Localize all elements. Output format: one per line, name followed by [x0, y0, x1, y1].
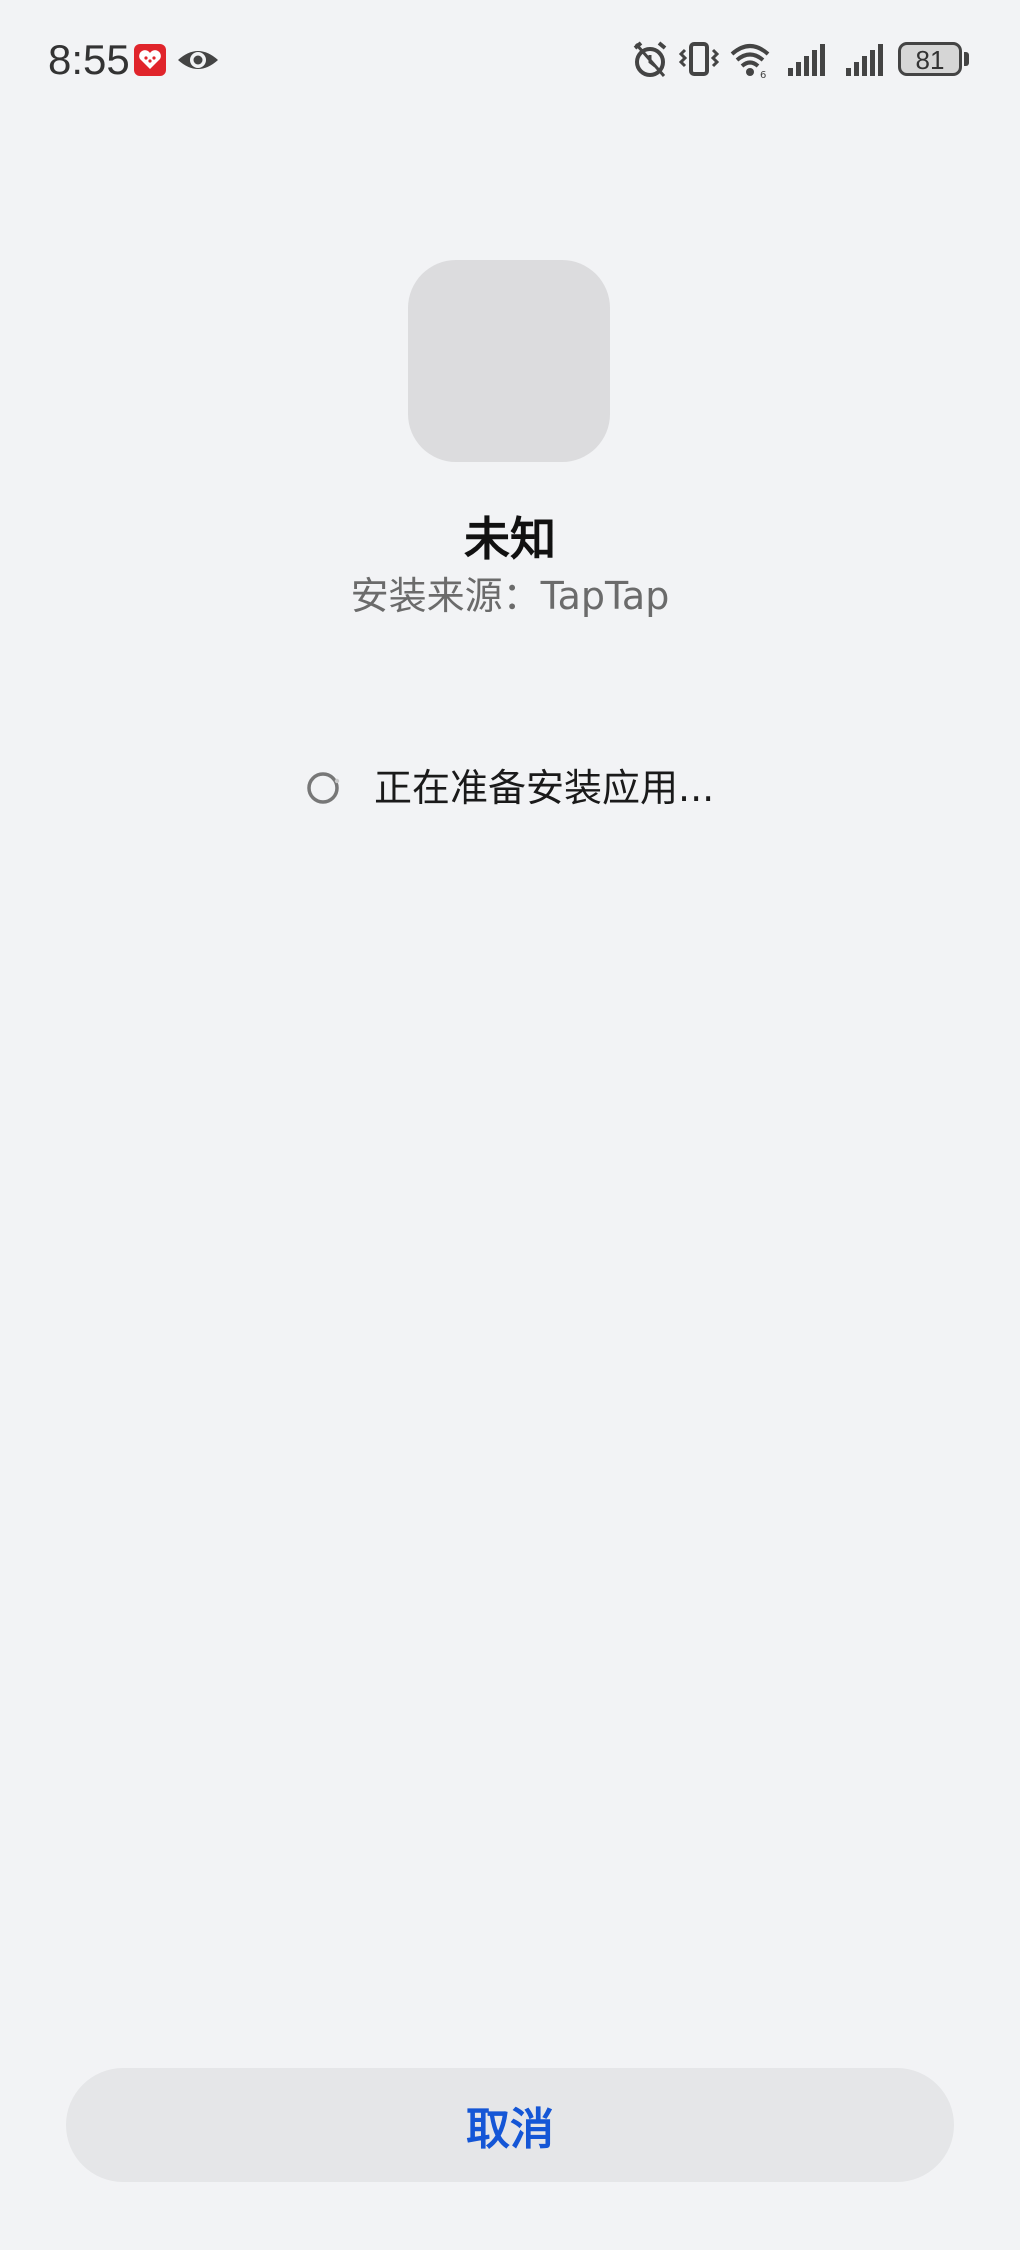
battery-level: 81	[915, 45, 945, 75]
app-icon-placeholder	[408, 260, 610, 462]
loading-spinner-icon	[307, 772, 340, 804]
alarm-icon	[630, 38, 670, 82]
app-name: 未知	[464, 512, 556, 566]
signal-icon	[844, 38, 888, 82]
cancel-button[interactable]: 取消	[66, 2068, 954, 2182]
svg-text:6: 6	[760, 70, 766, 81]
wifi-icon: 6	[728, 38, 772, 82]
install-source: 安装来源：TapTap	[350, 574, 670, 618]
status-time: 8:55	[48, 36, 130, 83]
eye-icon	[176, 40, 220, 82]
cancel-button-label: 取消	[466, 2104, 554, 2155]
app-notification-icon	[134, 40, 176, 82]
status-bar: 8:55 6 81	[0, 0, 1020, 120]
progress-text: 正在准备安装应用...	[374, 766, 715, 810]
battery-nub	[964, 52, 969, 66]
battery-icon: 81	[898, 42, 962, 76]
install-progress: 正在准备安装应用...	[306, 756, 714, 820]
vibrate-icon	[678, 38, 720, 82]
signal-icon	[786, 38, 830, 82]
